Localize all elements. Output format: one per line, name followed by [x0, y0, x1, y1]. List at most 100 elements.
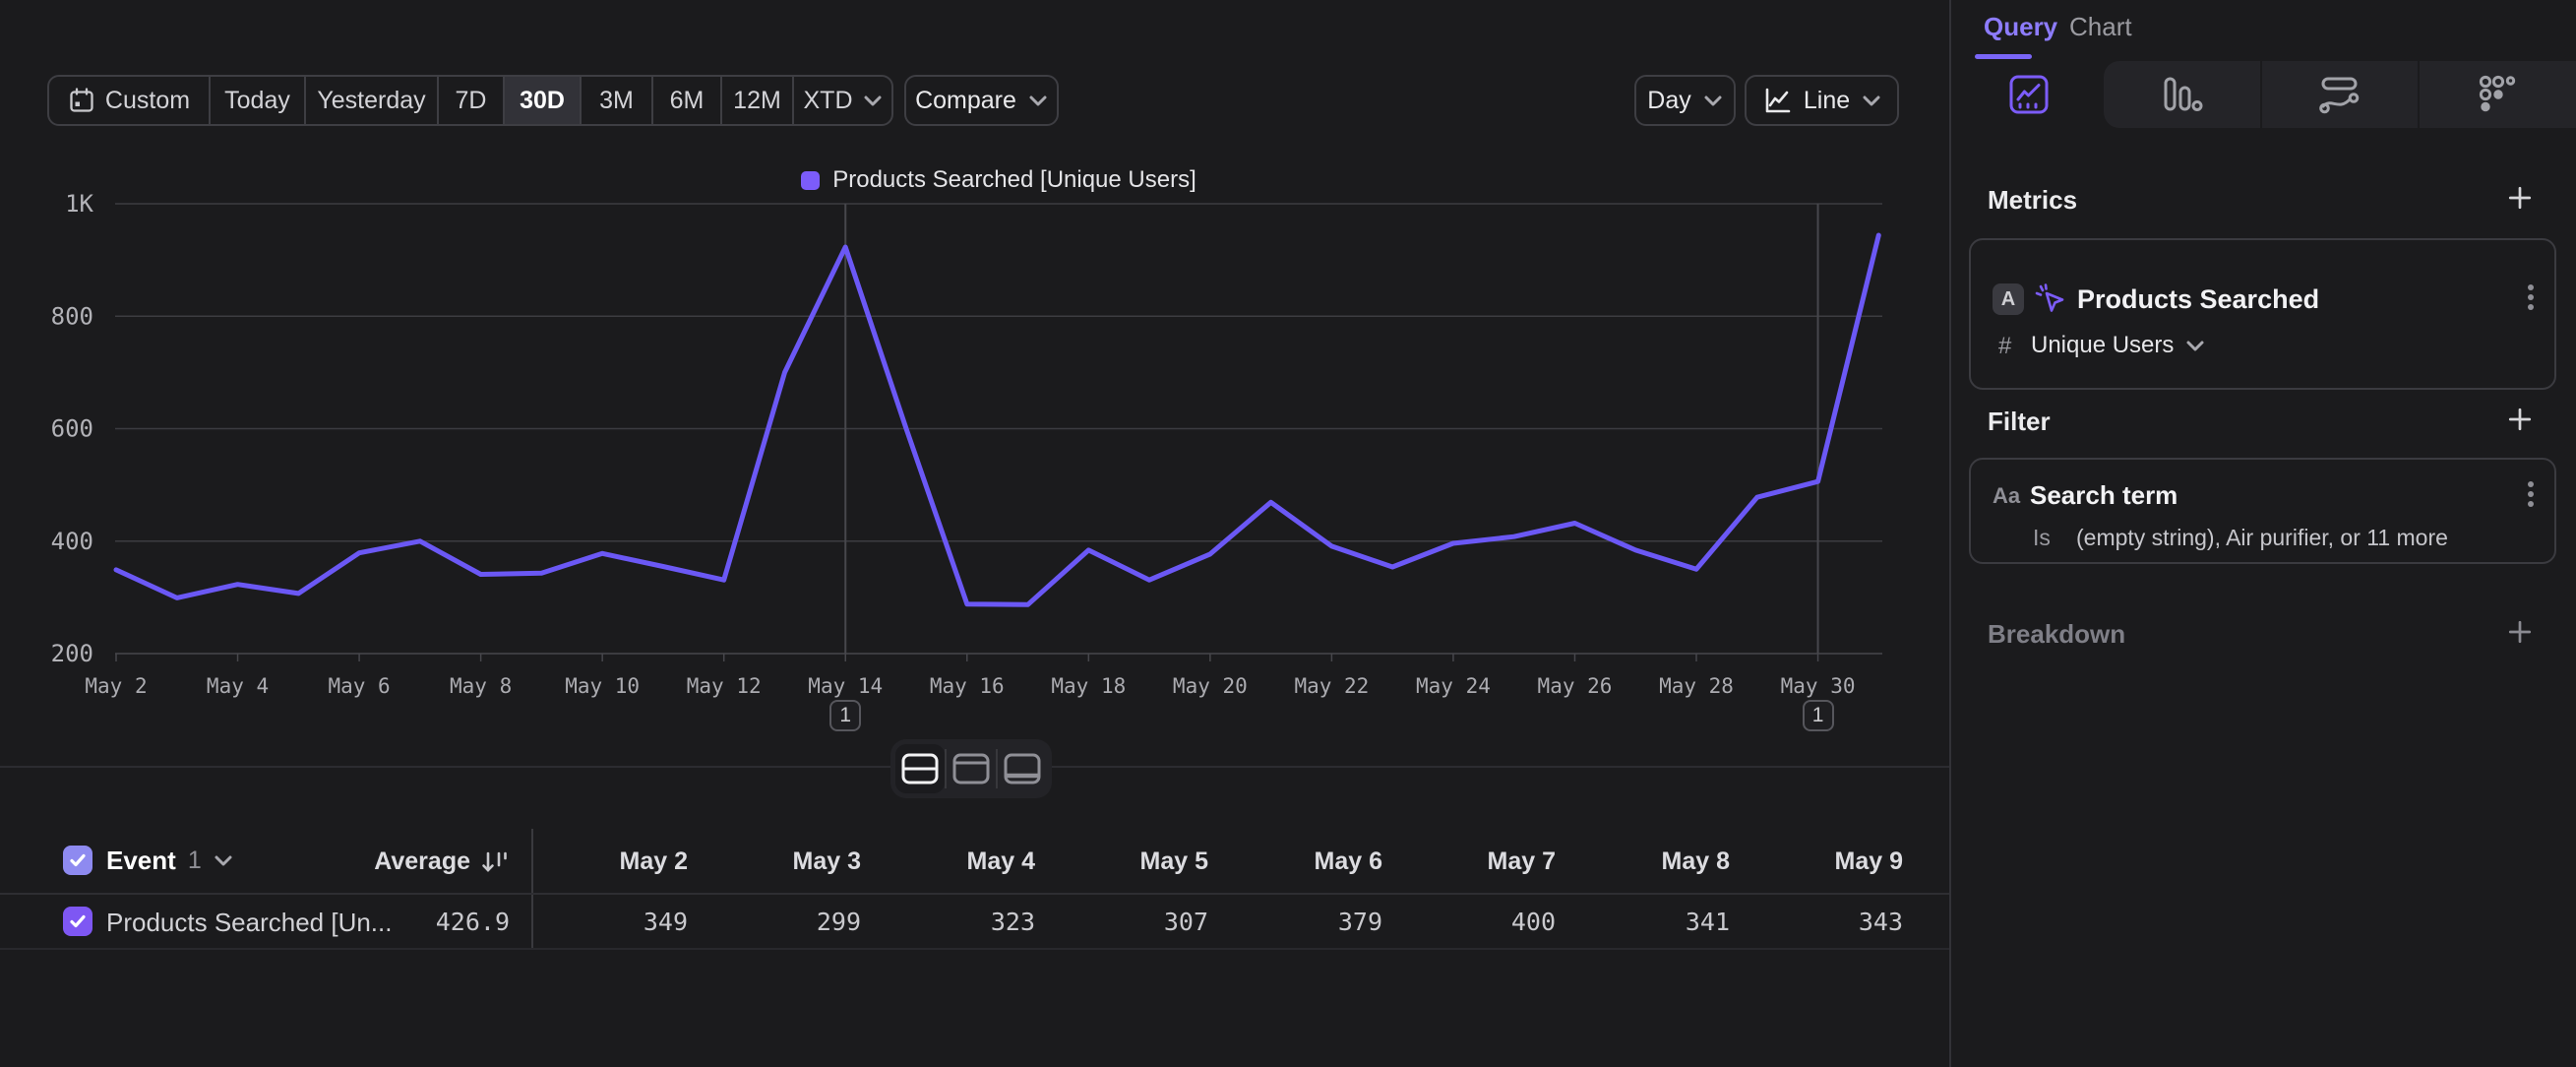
- tab-chart[interactable]: Chart: [2069, 12, 2132, 42]
- svg-text:1K: 1K: [65, 190, 93, 218]
- chevron-down-icon: [1028, 94, 1048, 107]
- aggregation-prefix: #: [1998, 333, 2011, 360]
- breakdown-section-header: Breakdown: [1988, 619, 2125, 650]
- date-column-header[interactable]: May 6: [1215, 847, 1382, 876]
- layout-table-only-button[interactable]: [998, 744, 1047, 793]
- tab-query[interactable]: Query: [1984, 12, 2057, 42]
- divider: [0, 893, 1949, 895]
- select-all-checkbox[interactable]: [63, 846, 92, 875]
- chart-legend: Products Searched [Unique Users]: [115, 167, 1882, 193]
- metric-card[interactable]: A Products Searched # Unique Users: [1969, 238, 2556, 390]
- add-metric-button[interactable]: [2507, 185, 2533, 211]
- kebab-menu-icon[interactable]: [2527, 283, 2535, 313]
- date-column-header[interactable]: May 4: [868, 847, 1035, 876]
- chevron-down-icon: [214, 853, 233, 867]
- date-range-selector: Custom Today Yesterday 7D 30D 3M 6M 12M …: [47, 75, 893, 126]
- svg-text:600: 600: [51, 415, 93, 443]
- chevron-down-icon: [2185, 339, 2205, 352]
- line-chart-icon: [1762, 86, 1792, 115]
- report-type-retention-button[interactable]: [2420, 61, 2576, 128]
- svg-text:May 24: May 24: [1416, 674, 1491, 698]
- value-cell: 299: [694, 908, 861, 936]
- filter-operator[interactable]: Is: [2033, 525, 2051, 551]
- check-icon: [66, 848, 90, 872]
- legend-swatch: [801, 171, 820, 190]
- metric-name[interactable]: Products Searched: [2077, 284, 2319, 315]
- kebab-menu-icon[interactable]: [2527, 480, 2535, 510]
- main-report-area: Custom Today Yesterday 7D 30D 3M 6M 12M …: [0, 0, 1949, 1067]
- flows-icon: [2317, 74, 2362, 115]
- svg-text:May 2: May 2: [85, 674, 147, 698]
- value-cell: 349: [521, 908, 688, 936]
- range-custom-button[interactable]: Custom: [49, 77, 209, 124]
- range-7d-button[interactable]: 7D: [437, 77, 503, 124]
- table-row-average: 426.9: [295, 908, 510, 936]
- svg-text:May 16: May 16: [930, 674, 1005, 698]
- range-6m-button[interactable]: 6M: [651, 77, 720, 124]
- chevron-down-icon: [1862, 94, 1881, 107]
- add-filter-button[interactable]: [2507, 407, 2533, 432]
- chart-type-dropdown[interactable]: Line: [1745, 75, 1899, 126]
- chevron-down-icon: [1703, 94, 1723, 107]
- legend-series-label: Products Searched [Unique Users]: [832, 166, 1196, 194]
- date-column-header[interactable]: May 3: [694, 847, 861, 876]
- date-column-header[interactable]: May 7: [1388, 847, 1556, 876]
- range-label: Custom: [105, 87, 190, 115]
- svg-text:May 10: May 10: [565, 674, 640, 698]
- string-property-icon: Aa: [1993, 483, 2020, 509]
- analytics-app: Custom Today Yesterday 7D 30D 3M 6M 12M …: [0, 0, 2576, 1067]
- add-breakdown-button[interactable]: [2507, 619, 2533, 645]
- filter-card[interactable]: Aa Search term Is (empty string), Air pu…: [1969, 458, 2556, 564]
- svg-text:May 6: May 6: [328, 674, 390, 698]
- value-cell: 341: [1563, 908, 1730, 936]
- event-cursor-icon: [2034, 282, 2067, 316]
- layout-chart-only-button[interactable]: [947, 744, 996, 793]
- filter-value[interactable]: (empty string), Air purifier, or 11 more: [2076, 525, 2448, 551]
- range-12m-button[interactable]: 12M: [720, 77, 792, 124]
- average-column-header[interactable]: Average: [276, 847, 510, 876]
- date-column-header[interactable]: May 2: [521, 847, 688, 876]
- range-today-button[interactable]: Today: [209, 77, 304, 124]
- chart-only-icon: [951, 751, 992, 786]
- svg-text:May 28: May 28: [1659, 674, 1734, 698]
- svg-text:May 14: May 14: [808, 674, 883, 698]
- date-column-header[interactable]: May 8: [1563, 847, 1730, 876]
- check-icon: [66, 910, 90, 933]
- layout-split-view-button[interactable]: [895, 744, 945, 793]
- value-cell: 400: [1388, 908, 1556, 936]
- report-type-insights-button[interactable]: [2007, 73, 2051, 116]
- svg-text:May 26: May 26: [1538, 674, 1613, 698]
- compare-button[interactable]: Compare: [904, 75, 1059, 126]
- metrics-section-header: Metrics: [1988, 185, 2077, 216]
- range-30d-button[interactable]: 30D: [503, 77, 580, 124]
- value-cell: 307: [1041, 908, 1208, 936]
- value-cell: 343: [1736, 908, 1903, 936]
- date-column-header[interactable]: May 5: [1041, 847, 1208, 876]
- svg-text:May 18: May 18: [1051, 674, 1126, 698]
- report-type-flows-button[interactable]: [2262, 61, 2419, 128]
- insights-icon: [2007, 73, 2051, 116]
- svg-text:200: 200: [51, 640, 93, 667]
- date-column-header[interactable]: May 9: [1736, 847, 1903, 876]
- report-type-funnels-button[interactable]: [2104, 61, 2260, 128]
- filter-property-name[interactable]: Search term: [2030, 480, 2177, 511]
- range-3m-button[interactable]: 3M: [580, 77, 651, 124]
- range-xtd-button[interactable]: XTD: [792, 77, 891, 124]
- report-type-tray: [2104, 61, 2576, 128]
- retention-icon: [2477, 73, 2520, 116]
- svg-text:May 12: May 12: [687, 674, 762, 698]
- range-yesterday-button[interactable]: Yesterday: [304, 77, 437, 124]
- row-checkbox[interactable]: [63, 907, 92, 936]
- svg-text:May 4: May 4: [207, 674, 269, 698]
- event-header[interactable]: Event 1: [106, 846, 233, 875]
- sort-descending-icon: [480, 848, 510, 876]
- split-view-icon: [899, 751, 941, 786]
- divider: [0, 948, 1949, 950]
- aggregation-dropdown[interactable]: Unique Users: [2031, 332, 2205, 359]
- granularity-dropdown[interactable]: Day: [1634, 75, 1736, 126]
- svg-text:May 20: May 20: [1173, 674, 1248, 698]
- svg-text:May 30: May 30: [1781, 674, 1856, 698]
- svg-text:400: 400: [51, 528, 93, 555]
- annotation-badge[interactable]: 1: [829, 700, 861, 731]
- annotation-badge[interactable]: 1: [1803, 700, 1834, 731]
